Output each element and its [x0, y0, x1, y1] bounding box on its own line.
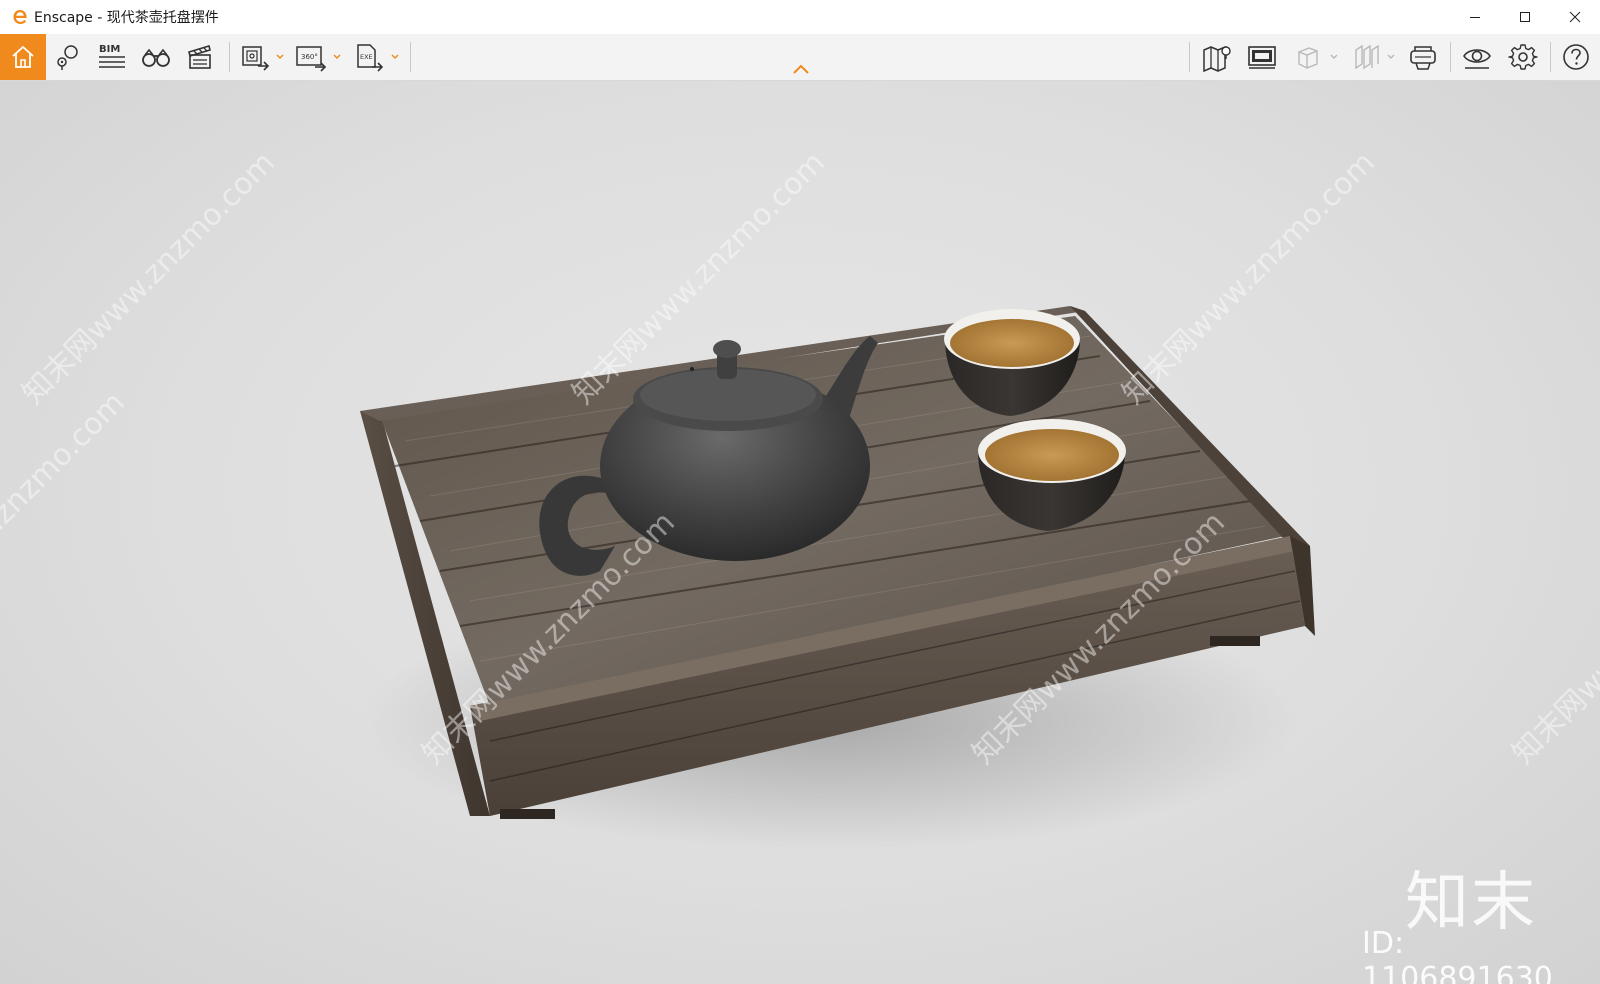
maximize-button[interactable]	[1500, 0, 1550, 34]
scene-render	[360, 306, 1315, 851]
section-icon	[1355, 44, 1379, 70]
section-button[interactable]	[1348, 34, 1384, 80]
enscape-logo-icon	[13, 10, 27, 24]
export-image-button[interactable]	[238, 34, 274, 80]
close-button[interactable]	[1550, 0, 1600, 34]
chevron-down-icon	[276, 54, 284, 59]
monitor-icon	[1248, 46, 1276, 69]
clapper-icon	[188, 44, 211, 69]
views-button[interactable]	[50, 34, 86, 80]
help-icon	[1563, 44, 1589, 70]
home-button[interactable]	[0, 34, 46, 80]
toolbar-separator	[1450, 42, 1451, 72]
chevron-down-icon	[391, 54, 399, 59]
chevron-down-icon	[1387, 54, 1395, 59]
bim-icon: BIM	[99, 44, 125, 68]
eye-icon	[1463, 49, 1491, 69]
views-icon	[57, 45, 78, 70]
maximize-icon	[1520, 12, 1530, 22]
box-button[interactable]	[1290, 34, 1326, 80]
export-exe-icon: EXE	[357, 44, 384, 72]
vr-button[interactable]	[138, 34, 174, 80]
home-icon	[12, 46, 34, 68]
minimize-button[interactable]	[1450, 0, 1500, 34]
box-dropdown[interactable]	[1329, 34, 1339, 80]
map-button[interactable]	[1199, 34, 1235, 80]
close-icon	[1569, 11, 1581, 23]
vr-headset-button[interactable]	[1405, 34, 1441, 80]
svg-text:EXE: EXE	[360, 53, 373, 61]
video-editor-button[interactable]	[182, 34, 218, 80]
settings-button[interactable]	[1505, 34, 1541, 80]
svg-text:360°: 360°	[301, 53, 318, 61]
toolbar-separator	[410, 42, 411, 72]
export-image-icon	[242, 46, 270, 71]
image-id-label: ID: 1106891630	[1362, 926, 1553, 984]
toolbar-separator	[1189, 42, 1190, 72]
export-image-dropdown[interactable]	[275, 34, 285, 80]
gear-icon	[1508, 44, 1538, 70]
window-title: Enscape - 现代茶壶托盘摆件	[34, 10, 219, 26]
vr-headset-icon	[1410, 46, 1436, 70]
render-viewport[interactable]: 知末网www.znzmo.com 知末网www.znzmo.com 知末网www…	[0, 81, 1600, 984]
export-360-dropdown[interactable]	[332, 34, 342, 80]
screenshot-button[interactable]	[1244, 34, 1280, 80]
svg-text:BIM: BIM	[99, 44, 120, 55]
title-bar: Enscape - 现代茶壶托盘摆件	[0, 0, 1600, 34]
binoculars-icon	[142, 48, 170, 67]
window-controls	[1450, 0, 1600, 34]
minimize-icon	[1470, 17, 1480, 18]
export-360-icon: 360°	[296, 46, 327, 72]
section-dropdown[interactable]	[1386, 34, 1396, 80]
export-exe-button[interactable]: EXE	[352, 34, 388, 80]
export-exe-dropdown[interactable]	[390, 34, 400, 80]
help-button[interactable]	[1557, 34, 1595, 80]
bim-button[interactable]: BIM	[94, 34, 130, 80]
toolbar-separator	[229, 42, 230, 72]
chevron-down-icon	[333, 54, 341, 59]
chevron-down-icon	[1330, 54, 1338, 59]
enscape-window: Enscape - 现代茶壶托盘摆件 BIM 360° EXE 知末网www.z…	[0, 0, 1600, 984]
collapse-toolbar-caret-icon[interactable]	[791, 62, 811, 76]
toolbar-separator	[1550, 42, 1551, 72]
box-icon	[1298, 47, 1318, 69]
export-360-button[interactable]: 360°	[294, 34, 330, 80]
map-icon	[1203, 45, 1231, 72]
visual-settings-button[interactable]	[1459, 34, 1495, 80]
